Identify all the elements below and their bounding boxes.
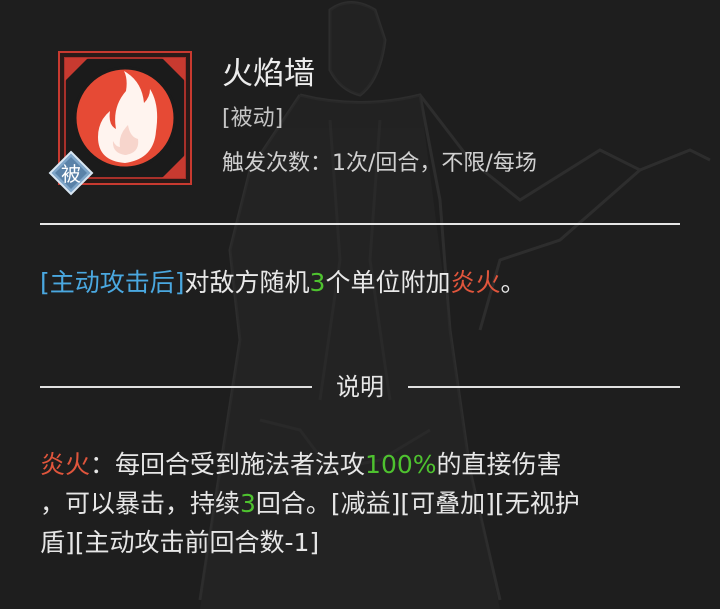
trigger-value: 1次/回合，不限/每场 bbox=[332, 151, 537, 176]
header-divider bbox=[40, 223, 680, 225]
effect-condition: [主动攻击后] bbox=[40, 268, 185, 297]
skill-effect: [主动攻击后]对敌方随机3个单位附加炎火。 bbox=[40, 266, 690, 300]
passive-badge: 被 bbox=[48, 150, 94, 196]
desc-text-d: 回合。[减益][可叠加][无视护 bbox=[255, 489, 580, 518]
desc-percent: 100% bbox=[365, 450, 437, 479]
trigger-count: 触发次数：1次/回合，不限/每场 bbox=[222, 150, 537, 178]
desc-text-b: 的直接伤害 bbox=[436, 450, 562, 479]
passive-badge-label: 被 bbox=[61, 162, 81, 186]
effect-count: 3 bbox=[309, 268, 326, 297]
desc-line-2: ，可以暴击，持续3回合。[减益][可叠加][无视护 bbox=[40, 484, 680, 523]
desc-colon: ： bbox=[90, 450, 116, 479]
desc-line-3: 盾][主动攻击前回合数-1] bbox=[40, 523, 680, 562]
description-divider: 说明 bbox=[40, 370, 680, 404]
effect-end: 。 bbox=[500, 268, 526, 297]
skill-name: 火焰墙 bbox=[222, 56, 315, 92]
desc-turns: 3 bbox=[240, 489, 256, 518]
effect-text-a: 对敌方随机 bbox=[184, 268, 310, 297]
effect-text-b: 个单位附加 bbox=[325, 268, 451, 297]
status-description: 炎火：每回合受到施法者法攻100%的直接伤害 ，可以暴击，持续3回合。[减益][… bbox=[40, 445, 680, 562]
desc-line-1: 炎火：每回合受到施法者法攻100%的直接伤害 bbox=[40, 445, 680, 484]
desc-text-a: 每回合受到施法者法攻 bbox=[115, 450, 366, 479]
divider-line-right bbox=[408, 386, 680, 388]
skill-tooltip: 被 火焰墙 [被动] 触发次数：1次/回合，不限/每场 [主动攻击后]对敌方随机… bbox=[0, 0, 720, 609]
trigger-label: 触发次数： bbox=[222, 151, 333, 176]
desc-text-c: ，可以暴击，持续 bbox=[40, 489, 241, 518]
skill-type: [被动] bbox=[222, 106, 284, 131]
effect-status: 炎火 bbox=[450, 268, 501, 297]
desc-text-e: 盾][主动攻击前回合数-1] bbox=[40, 528, 320, 557]
desc-term: 炎火 bbox=[40, 450, 91, 479]
